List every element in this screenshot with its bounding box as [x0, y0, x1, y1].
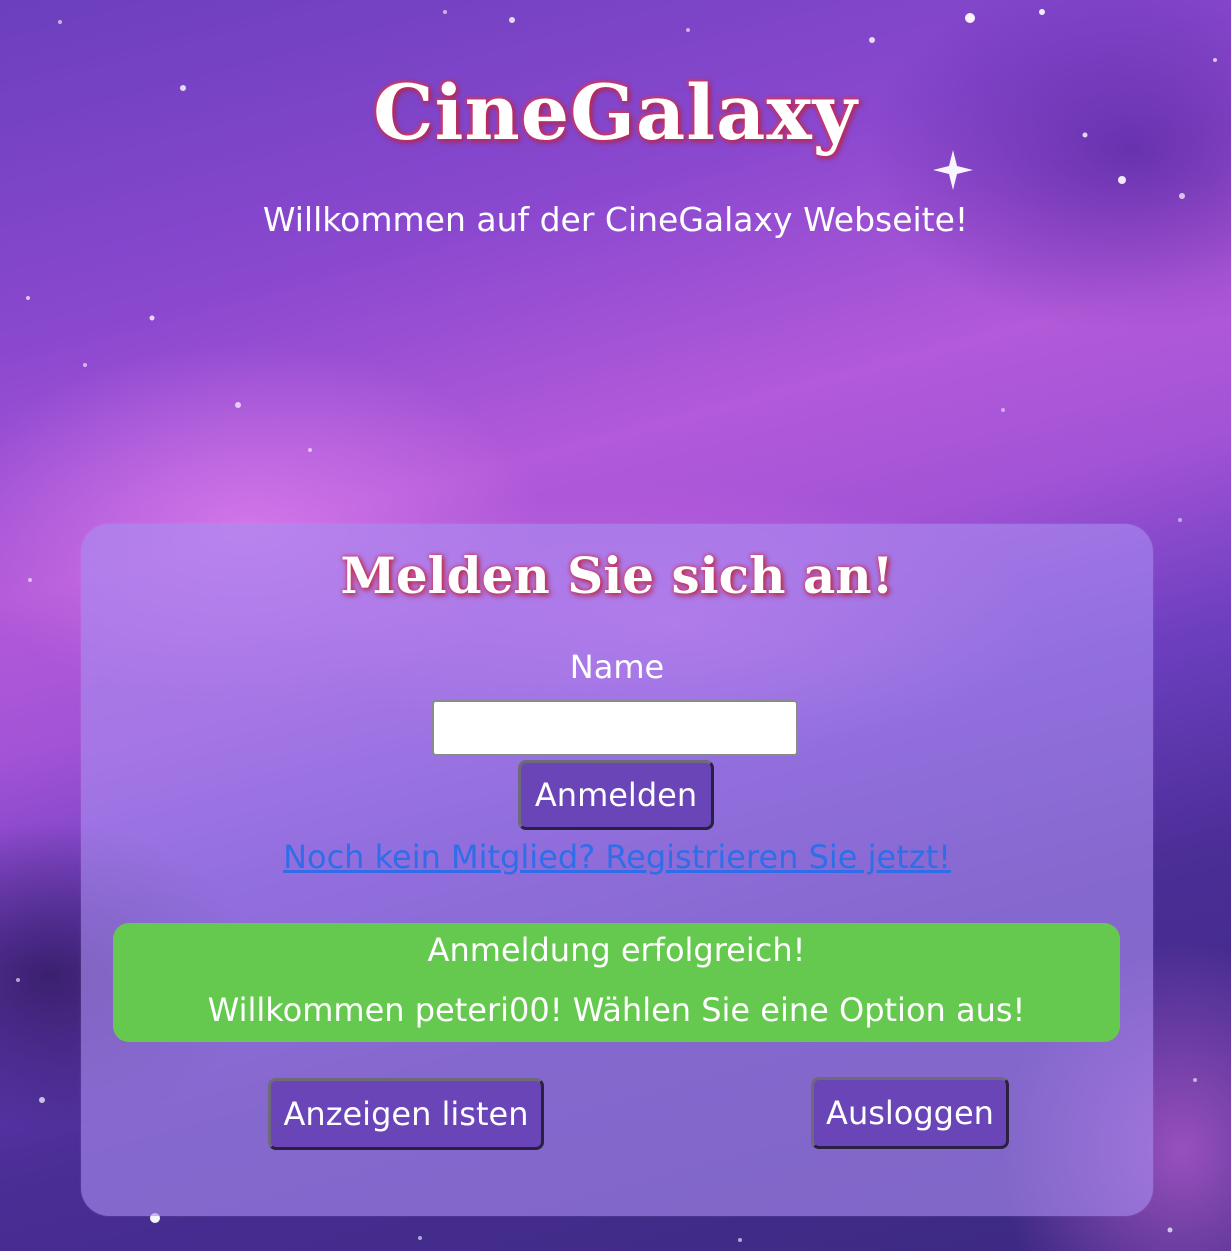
register-link[interactable]: Noch kein Mitglied? Registrieren Sie jet…: [81, 838, 1153, 876]
name-input[interactable]: [432, 700, 798, 756]
login-card: Melden Sie sich an! Name Anmelden Noch k…: [81, 524, 1153, 1216]
login-button[interactable]: Anmelden: [518, 760, 714, 830]
welcome-text: Willkommen auf der CineGalaxy Webseite!: [262, 200, 969, 239]
site-title: CineGalaxy: [373, 68, 858, 157]
logout-button[interactable]: Ausloggen: [811, 1077, 1009, 1149]
list-ads-button[interactable]: Anzeigen listen: [268, 1078, 544, 1150]
success-title: Anmeldung erfolgreich!: [427, 931, 806, 969]
success-message: Anmeldung erfolgreich! Willkommen peteri…: [113, 923, 1120, 1042]
success-subtitle: Willkommen peteri00! Wählen Sie eine Opt…: [207, 991, 1026, 1029]
login-heading: Melden Sie sich an!: [340, 546, 894, 605]
name-label: Name: [569, 648, 665, 686]
